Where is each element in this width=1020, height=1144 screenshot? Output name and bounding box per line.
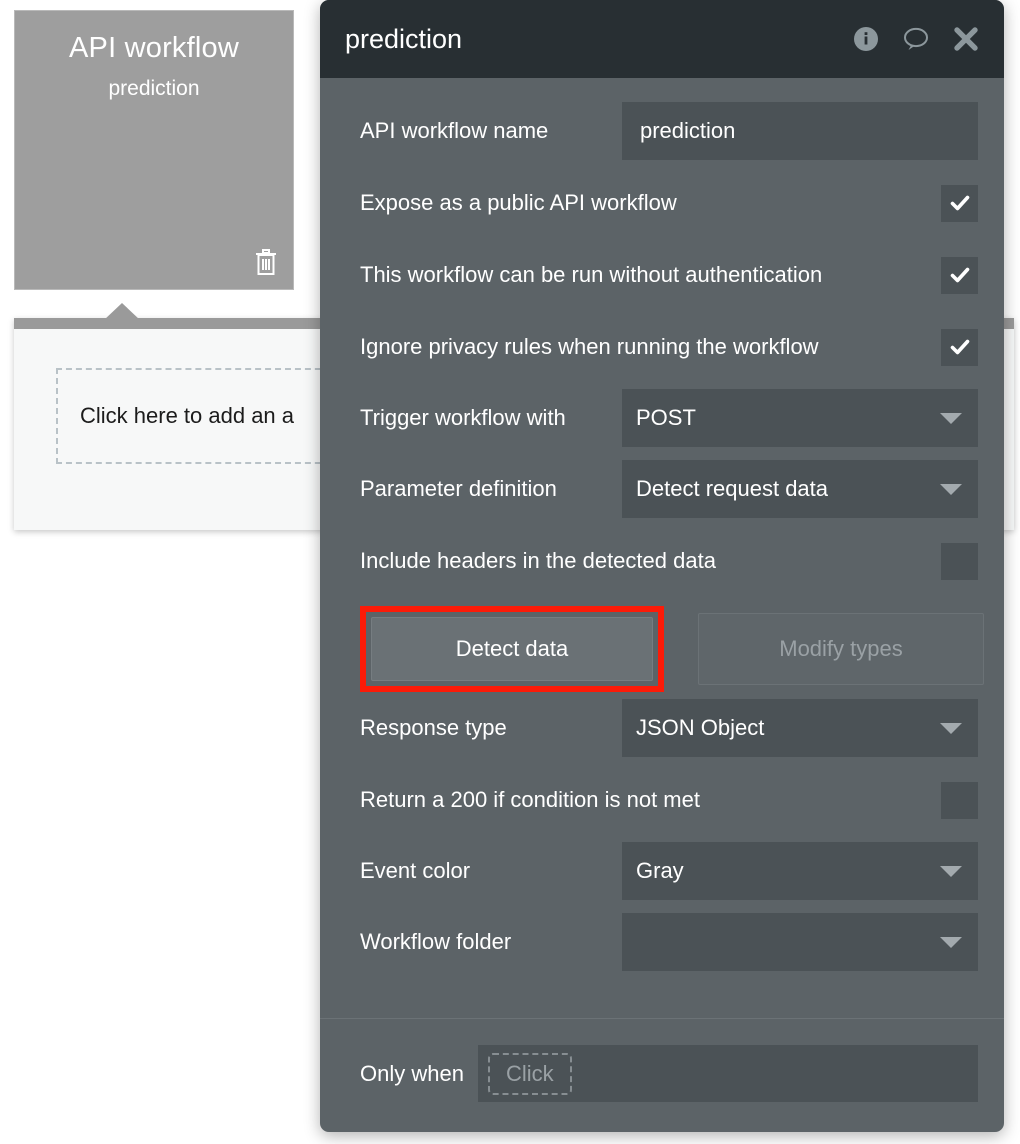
only-when-section: Only when Click xyxy=(320,1018,1004,1132)
ignore-privacy-checkbox[interactable] xyxy=(941,328,978,366)
no-auth-label: This workflow can be run without authent… xyxy=(360,262,823,287)
add-action-label: Click here to add an a xyxy=(80,403,295,428)
chevron-down-icon xyxy=(940,936,962,948)
trigger-value: POST xyxy=(636,405,696,430)
response-type-dropdown[interactable]: JSON Object xyxy=(622,699,978,757)
response-type-value: JSON Object xyxy=(636,715,765,740)
chevron-down-icon xyxy=(940,722,962,734)
return-200-checkbox[interactable] xyxy=(941,781,978,819)
field-row-workflow-folder: Workflow folder xyxy=(360,913,978,971)
workflow-folder-dropdown[interactable] xyxy=(622,913,978,971)
comment-icon[interactable] xyxy=(902,25,930,53)
panel-body: API workflow name prediction Expose as a… xyxy=(320,78,1004,1018)
only-when-click-placeholder[interactable]: Click xyxy=(487,1052,572,1095)
workflow-folder-label: Workflow folder xyxy=(360,929,512,954)
panel-title: prediction xyxy=(345,23,463,54)
event-color-dropdown[interactable]: Gray xyxy=(622,842,978,900)
panel-header-actions xyxy=(852,25,980,53)
include-headers-label: Include headers in the detected data xyxy=(360,548,716,573)
chevron-down-icon xyxy=(940,865,962,877)
field-row-no-auth: This workflow can be run without authent… xyxy=(360,245,978,305)
connector-arrow-icon xyxy=(104,303,140,320)
field-row-param-definition: Parameter definition Detect request data xyxy=(360,460,978,518)
info-icon[interactable] xyxy=(852,25,880,53)
chevron-down-icon xyxy=(940,483,962,495)
field-row-event-color: Event color Gray xyxy=(360,842,978,900)
param-definition-label: Parameter definition xyxy=(360,476,557,501)
field-row-workflow-name: API workflow name prediction xyxy=(360,102,978,160)
modify-types-button[interactable]: Modify types xyxy=(698,613,984,685)
expose-public-label: Expose as a public API workflow xyxy=(360,190,677,215)
field-row-include-headers: Include headers in the detected data xyxy=(360,531,978,591)
only-when-expression-field[interactable]: Click xyxy=(477,1045,978,1102)
modify-types-button-wrap: Modify types xyxy=(698,613,984,685)
param-definition-dropdown[interactable]: Detect request data xyxy=(622,460,978,518)
field-row-ignore-privacy: Ignore privacy rules when running the wo… xyxy=(360,317,978,377)
panel-header: prediction xyxy=(320,0,1004,78)
trash-icon[interactable] xyxy=(253,247,279,277)
expose-public-checkbox[interactable] xyxy=(941,184,978,222)
detect-data-button[interactable]: Detect data xyxy=(371,617,653,681)
detect-data-label: Detect data xyxy=(455,636,569,661)
api-workflow-property-panel: prediction API workflow name prediction … xyxy=(320,0,1004,1132)
field-row-trigger: Trigger workflow with POST xyxy=(360,389,978,447)
event-color-label: Event color xyxy=(360,858,471,883)
field-row-expose-public: Expose as a public API workflow xyxy=(360,173,978,233)
chevron-down-icon xyxy=(940,412,962,424)
field-row-return-200: Return a 200 if condition is not met xyxy=(360,770,978,830)
no-auth-checkbox[interactable] xyxy=(941,256,978,294)
only-when-label: Only when xyxy=(360,1060,464,1086)
event-card-subtitle: prediction xyxy=(108,76,200,100)
response-type-label: Response type xyxy=(360,715,507,740)
api-workflow-event-card[interactable]: API workflow prediction xyxy=(14,10,294,290)
highlight-annotation: Detect data xyxy=(360,606,664,692)
param-definition-value: Detect request data xyxy=(636,476,829,501)
modify-types-label: Modify types xyxy=(779,636,903,661)
workflow-name-input[interactable]: prediction xyxy=(622,102,978,160)
field-row-response-type: Response type JSON Object xyxy=(360,699,978,757)
trigger-label: Trigger workflow with xyxy=(360,405,566,430)
detect-data-button-row: Detect data Modify types xyxy=(360,603,984,695)
workflow-name-label: API workflow name xyxy=(360,118,549,143)
return-200-label: Return a 200 if condition is not met xyxy=(360,787,700,812)
event-card-title: API workflow xyxy=(69,32,239,64)
ignore-privacy-label: Ignore privacy rules when running the wo… xyxy=(360,334,819,359)
workflow-name-value: prediction xyxy=(640,118,736,143)
close-icon[interactable] xyxy=(952,25,980,53)
include-headers-checkbox[interactable] xyxy=(941,542,978,580)
trigger-dropdown[interactable]: POST xyxy=(622,389,978,447)
event-color-value: Gray xyxy=(636,858,684,883)
